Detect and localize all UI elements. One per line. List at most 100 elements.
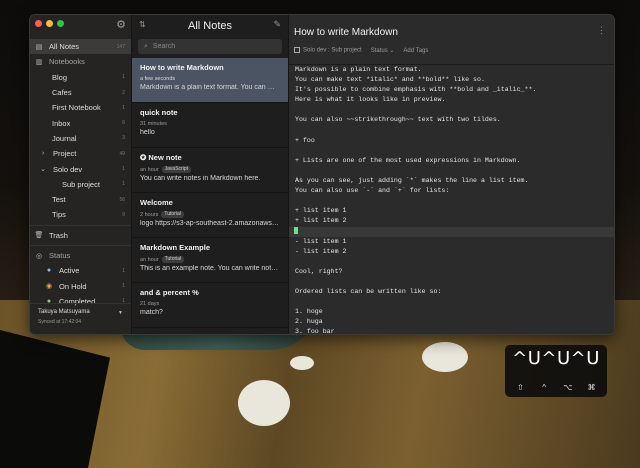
sidebar-item-notebooks[interactable]: ▥ Notebooks	[30, 54, 131, 69]
editor-line[interactable]	[289, 297, 614, 307]
sidebar-item-count: 1	[122, 267, 125, 274]
new-note-icon[interactable]: ✎	[273, 19, 281, 30]
sidebar-item-blog[interactable]: Blog 1	[30, 70, 131, 85]
zoom-window-button[interactable]	[57, 20, 64, 27]
note-card[interactable]: and & percent % 21 days match?	[132, 283, 288, 328]
editor-line[interactable]: - list item 2	[289, 247, 614, 257]
trash-icon: 🗑	[34, 232, 44, 240]
sidebar-item-active[interactable]: ● Active 1	[30, 263, 131, 278]
note-meta-bar: Solo dev : Sub project Status ⌄ Add Tags	[294, 47, 428, 54]
note-card-title: ✪ New note	[140, 153, 182, 162]
sidebar-item-count: 1	[122, 74, 125, 81]
modifier-key: ⇧	[517, 383, 524, 392]
more-menu-icon[interactable]: ⋮	[597, 25, 606, 36]
note-card[interactable]: Markdown Example an hour Tutorial This is a…	[132, 238, 288, 283]
sidebar-item-solo-dev[interactable]: ⌄ Solo dev 1	[30, 161, 131, 176]
sidebar-item-tips[interactable]: Tips 9	[30, 207, 131, 222]
editor-line[interactable]: You can make text *italic* and **bold** …	[289, 75, 614, 85]
sidebar-item-label: Test	[52, 195, 66, 205]
user-name: Takuya Matsuyama	[38, 309, 90, 315]
editor-line[interactable]	[289, 166, 614, 176]
editor-line[interactable]: Cool, right?	[289, 267, 614, 277]
editor-line[interactable]	[289, 126, 614, 136]
note-list: How to write Markdown a few seconds Markdo…	[132, 58, 288, 334]
modifier-key: ⌥	[563, 383, 573, 392]
sidebar-item-count: 147	[116, 43, 125, 50]
note-card[interactable]: Welcome 2 hours Tutorial logo https://s3-ap…	[132, 193, 288, 238]
note-card-preview: match?	[140, 309, 163, 316]
note-card[interactable]: How to write Markdown a few seconds Markdo…	[132, 58, 288, 103]
editor-line[interactable]: + list item 2	[289, 216, 614, 226]
status-selector[interactable]: Status ⌄	[371, 47, 395, 54]
caret-down-icon[interactable]: ▼	[118, 310, 123, 316]
editor-line[interactable]: + foo	[289, 136, 614, 146]
sidebar-item-trash[interactable]: 🗑 Trash	[30, 228, 131, 243]
modifier-key: ^	[542, 383, 547, 392]
note-card-title: four dash	[140, 333, 280, 334]
editor-line[interactable]	[289, 257, 614, 267]
sidebar-item-project[interactable]: › Project 49	[30, 146, 131, 161]
editor-line[interactable]: It's possible to combine emphasis with *…	[289, 85, 614, 95]
editor-line[interactable]: 3. foo bar	[289, 327, 614, 334]
sidebar-item-sub-project[interactable]: Sub project 1	[30, 177, 131, 192]
search-input[interactable]	[152, 43, 263, 50]
sidebar-item-status[interactable]: ◎ Status	[30, 248, 131, 263]
gear-icon[interactable]: ⚙	[116, 18, 126, 31]
note-card[interactable]: quick note 31 minutes hello	[132, 103, 288, 148]
editor-line[interactable]: Markdown is a plain text format.	[289, 65, 614, 75]
editor-line[interactable]: + Lists are one of the most used express…	[289, 156, 614, 166]
add-tags-button[interactable]: Add Tags	[403, 48, 428, 54]
note-card-time: an hour	[140, 166, 159, 173]
note-card-title: quick note	[140, 108, 178, 117]
sidebar-item-all-notes[interactable]: ▤ All Notes 147	[30, 39, 131, 55]
note-card-tag[interactable]: Tutorial	[161, 256, 185, 263]
note-card-tag[interactable]: JavaScript	[161, 166, 191, 173]
note-card-tag[interactable]: Tutorial	[161, 211, 184, 218]
keystroke-text: ^U^U^U	[512, 348, 600, 369]
note-title[interactable]: How to write Markdown	[294, 27, 398, 38]
editor-line[interactable]: As you can see, just adding `*` makes th…	[289, 176, 614, 186]
editor-line[interactable]	[289, 226, 614, 237]
editor-line[interactable]	[289, 105, 614, 115]
sidebar-item-inbox[interactable]: Inbox 6	[30, 115, 131, 130]
editor-line[interactable]	[289, 196, 614, 206]
notebook-selector[interactable]: Solo dev : Sub project	[294, 47, 362, 54]
editor-line[interactable]: 1. hoge	[289, 307, 614, 317]
sidebar: ⚙ ▤ All Notes 147 ▥ Notebooks Blog 1 Cafes 2 Firs…	[30, 15, 132, 334]
notebook-path: Solo dev : Sub project	[303, 47, 362, 54]
editor-line[interactable]: You can also ~~strikethrough~~ text with…	[289, 115, 614, 125]
editor-line[interactable]: Ordered lists can be written like so:	[289, 287, 614, 297]
editor-line[interactable]: Here is what it looks like in preview.	[289, 95, 614, 105]
sidebar-item-label: On Hold	[59, 281, 87, 291]
account-footer[interactable]: Takuya Matsuyama Synced at 17:42:04 ▼	[30, 303, 131, 334]
sidebar-item-label: Tips	[52, 210, 66, 220]
sidebar-item-label: Project	[53, 149, 77, 159]
minimize-window-button[interactable]	[46, 20, 53, 27]
status-icon: ◎	[35, 252, 43, 260]
editor-line[interactable]: - list item 1	[289, 237, 614, 247]
chevron-right-icon: ›	[41, 150, 45, 158]
sidebar-item-journal[interactable]: Journal 3	[30, 131, 131, 146]
search-box[interactable]: ⌕	[138, 39, 282, 54]
sidebar-item-test[interactable]: Test 56	[30, 192, 131, 207]
sidebar-item-cafes[interactable]: Cafes 2	[30, 85, 131, 100]
sidebar-item-on-hold[interactable]: ◉ On Hold 1	[30, 278, 131, 293]
editor-line[interactable]: You can also use `-` and `+` for lists:	[289, 186, 614, 196]
editor-line[interactable]	[289, 146, 614, 156]
modifier-keys: ⇧ ^ ⌥ ⌘	[511, 383, 601, 392]
editor-line[interactable]: 2. huga	[289, 317, 614, 327]
note-card[interactable]: four dash	[132, 328, 288, 334]
note-card-meta: a few seconds	[140, 76, 280, 82]
editor-line[interactable]	[289, 277, 614, 287]
sidebar-item-first-notebook[interactable]: First Notebook 1	[30, 100, 131, 115]
sidebar-item-label: First Notebook	[52, 103, 101, 113]
editor-line[interactable]: + list item 1	[289, 206, 614, 216]
sidebar-item-label: All Notes	[49, 42, 80, 52]
note-card[interactable]: ✪ New note an hour JavaScript You can write…	[132, 148, 288, 193]
note-card-title: Welcome	[140, 198, 173, 207]
sidebar-item-label: Status	[49, 251, 71, 260]
close-window-button[interactable]	[35, 20, 42, 27]
sidebar-item-label: Inbox	[52, 118, 71, 128]
markdown-editor[interactable]: Markdown is a plain text format. You can …	[289, 64, 614, 334]
sidebar-divider	[30, 224, 131, 226]
